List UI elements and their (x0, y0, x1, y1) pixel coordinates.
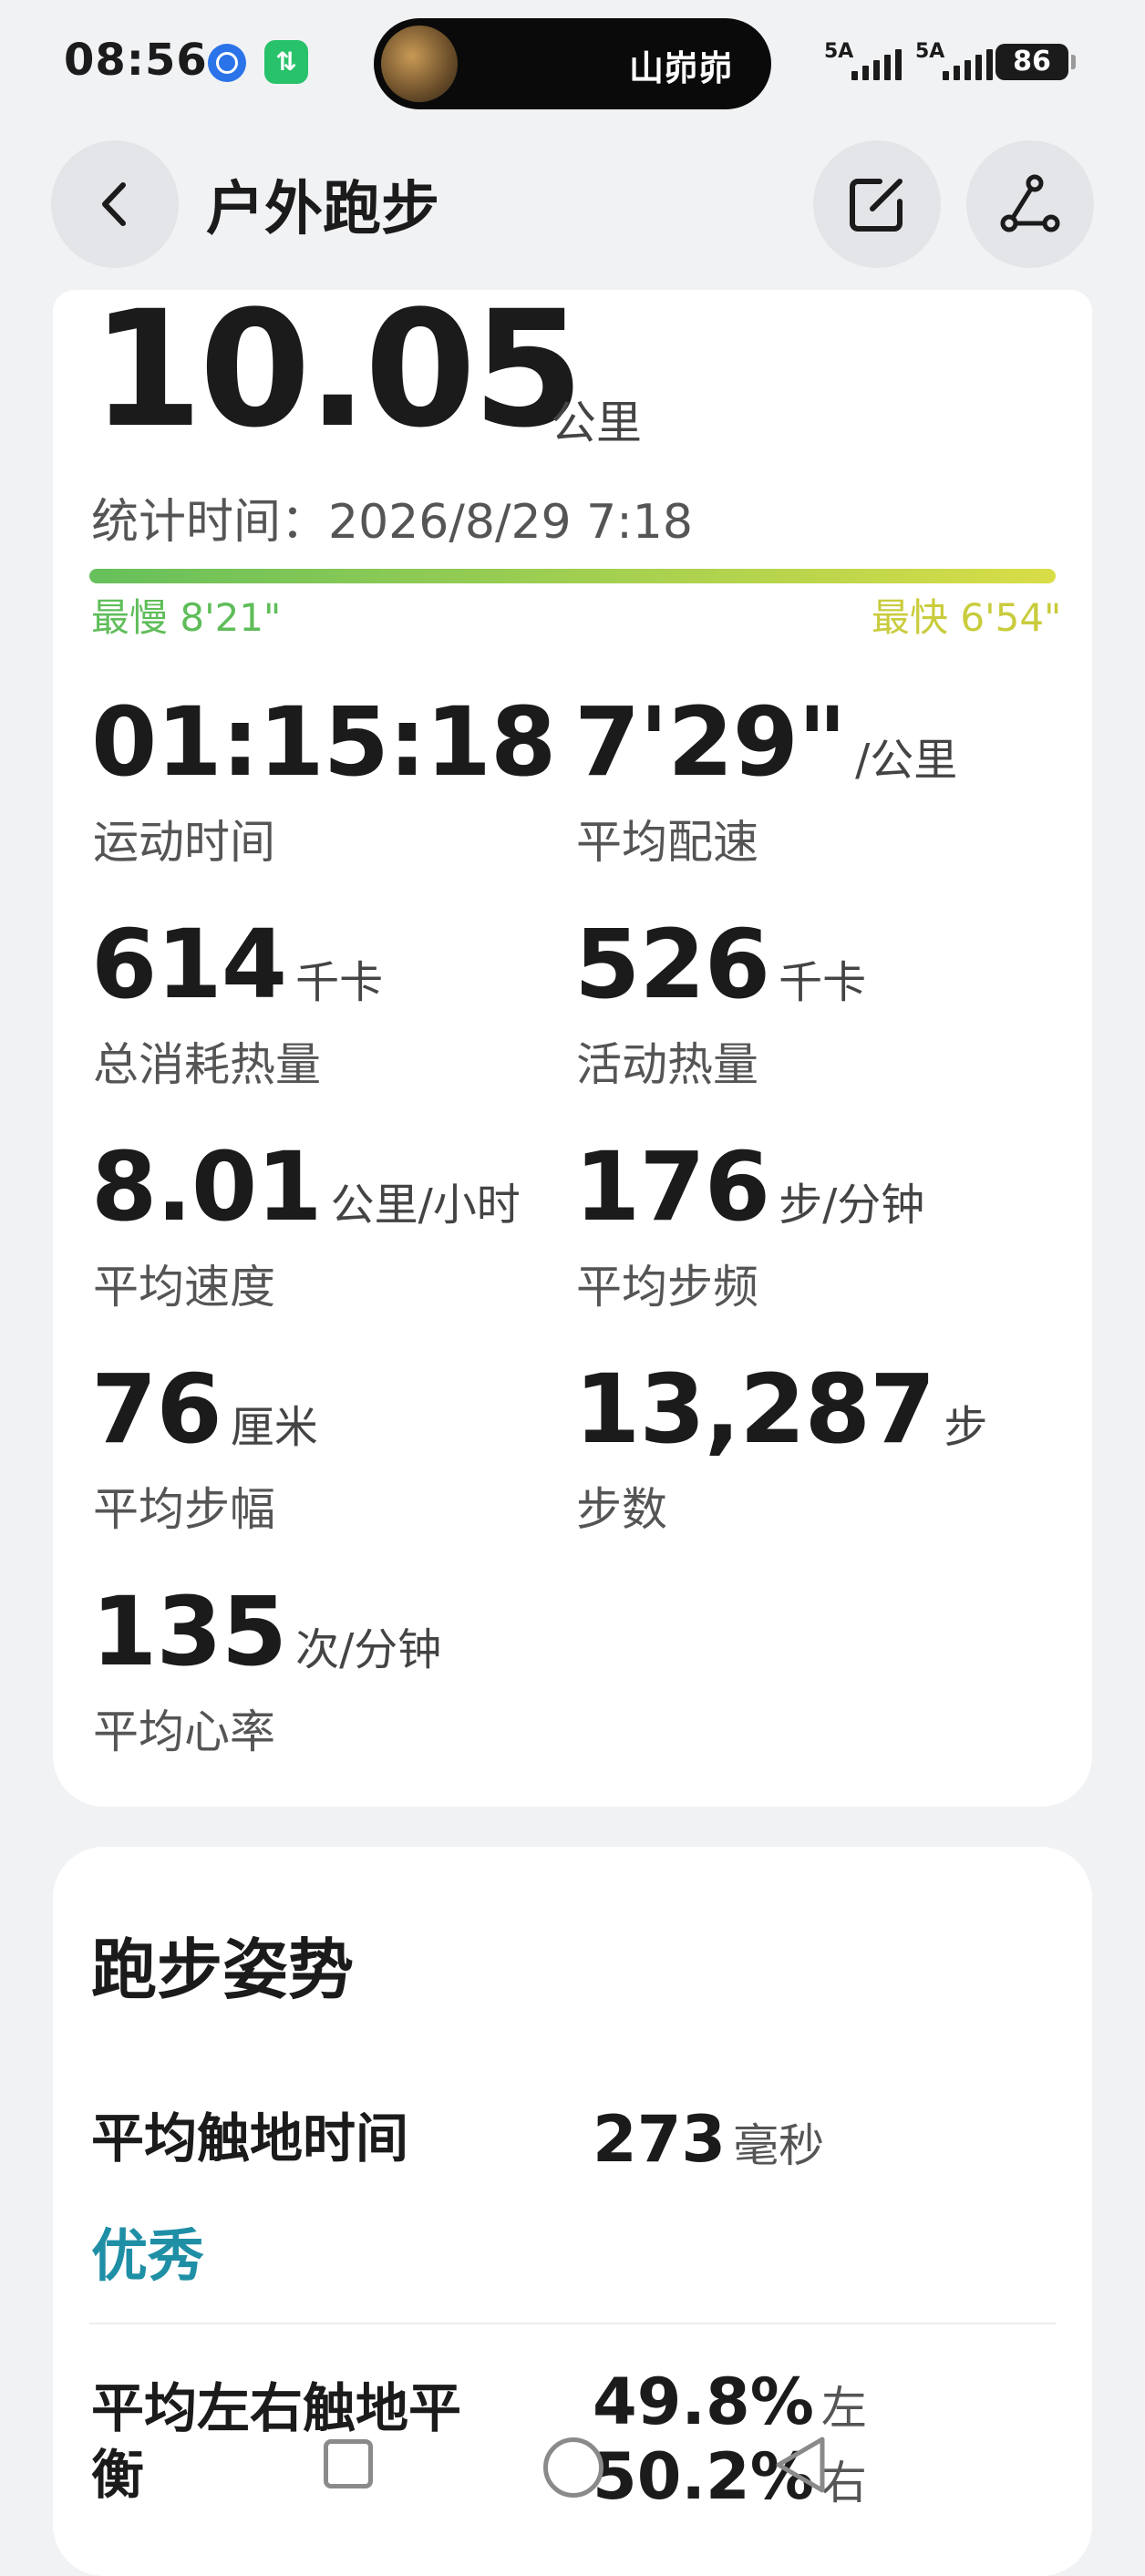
metric-unit: 步/分钟 (779, 1180, 925, 1231)
metric-label: 平均步幅 (93, 1483, 275, 1536)
metric-value: 614 (91, 909, 287, 1020)
metric-label: 步数 (576, 1483, 667, 1536)
app-icon: ⇅ (264, 40, 308, 84)
browser-icon (208, 44, 246, 82)
metric-unit: 次/分钟 (295, 1624, 442, 1675)
metric-value: 526 (574, 909, 770, 1020)
contact-time-value: 273 毫秒 (593, 2102, 824, 2177)
metric-value: 7'29" (574, 686, 847, 798)
metric-value: 176 (574, 1131, 770, 1242)
metric-active-calories: 526 千卡 活动热量 (574, 917, 867, 1091)
status-bar: 08:56 ⇅ 山峁峁 5A 5A 86 (0, 0, 1145, 128)
contact-time-rating: 优秀 (91, 2222, 205, 2289)
metric-value: 8.01 (91, 1131, 323, 1242)
status-time: 08:56 (64, 35, 208, 86)
home-icon[interactable] (543, 2437, 603, 2498)
metric-avg-stride: 76 厘米 平均步幅 (91, 1362, 318, 1536)
recents-icon[interactable] (324, 2439, 373, 2488)
edit-icon (850, 179, 903, 232)
metric-label: 活动热量 (576, 1038, 758, 1091)
metric-label: 平均速度 (93, 1261, 275, 1314)
metric-label: 平均步频 (576, 1261, 758, 1314)
metric-label: 运动时间 (93, 816, 275, 869)
balance-label: 平均左右触地平衡 (91, 2377, 462, 2506)
divider (89, 2323, 1056, 2324)
metric-avg-heart-rate: 135 次/分钟 平均心率 (91, 1584, 442, 1758)
metric-total-calories: 614 千卡 总消耗热量 (91, 917, 384, 1091)
metric-unit: 步 (944, 1402, 988, 1453)
metric-avg-cadence: 176 步/分钟 平均步频 (574, 1139, 925, 1314)
metric-label: 平均心率 (93, 1705, 275, 1758)
signal-icon: 5A (915, 40, 993, 86)
metric-avg-pace: 7'29"/公里 平均配速 (574, 695, 958, 869)
balance-left-unit: 左 (820, 2382, 867, 2435)
metric-value: 76 (91, 1354, 222, 1465)
metric-duration: 01:15:18 运动时间 (91, 695, 564, 869)
slowest-pace: 最慢 8'21" (91, 595, 282, 640)
page-title: 户外跑步 (206, 176, 439, 243)
metric-avg-speed: 8.01 公里/小时 平均速度 (91, 1139, 521, 1314)
metric-label: 平均配速 (576, 816, 758, 869)
avatar (381, 26, 458, 102)
metric-unit: 公里/小时 (330, 1180, 521, 1231)
metric-value: 135 (91, 1576, 287, 1687)
chevron-left-icon (102, 182, 126, 226)
distance-unit: 公里 (551, 397, 642, 449)
metric-unit: 千卡 (779, 957, 867, 1008)
metric-steps: 13,287 步 步数 (574, 1362, 988, 1536)
distance-value: 10.05 (91, 276, 584, 463)
back-icon[interactable] (766, 2428, 839, 2501)
contact-time-unit: 毫秒 (733, 2119, 825, 2172)
signal-label: 5A (915, 40, 945, 63)
contact-time-label: 平均触地时间 (91, 2107, 409, 2169)
stat-time: 统计时间：2026/8/29 7:18 (91, 495, 693, 550)
metric-label: 总消耗热量 (93, 1038, 321, 1091)
contact-time-number: 273 (593, 2102, 727, 2177)
section-title: 跑步姿势 (91, 1932, 355, 2008)
fastest-pace: 最快 6'54" (872, 595, 1062, 640)
metric-unit: 厘米 (230, 1402, 318, 1453)
metric-value: 13,287 (574, 1354, 935, 1465)
signal-icon: 5A (824, 40, 902, 86)
back-button[interactable] (51, 140, 179, 268)
edit-button[interactable] (813, 140, 941, 268)
metric-unit: 千卡 (295, 957, 384, 1008)
metric-unit: /公里 (855, 735, 958, 786)
battery-icon: 86 (995, 44, 1076, 80)
share-icon (1000, 174, 1060, 232)
share-button[interactable] (966, 140, 1094, 268)
island-name: 山峁峁 (629, 48, 734, 88)
pace-bar (89, 569, 1056, 583)
signal-label: 5A (824, 40, 854, 63)
metric-value: 01:15:18 (91, 686, 556, 798)
